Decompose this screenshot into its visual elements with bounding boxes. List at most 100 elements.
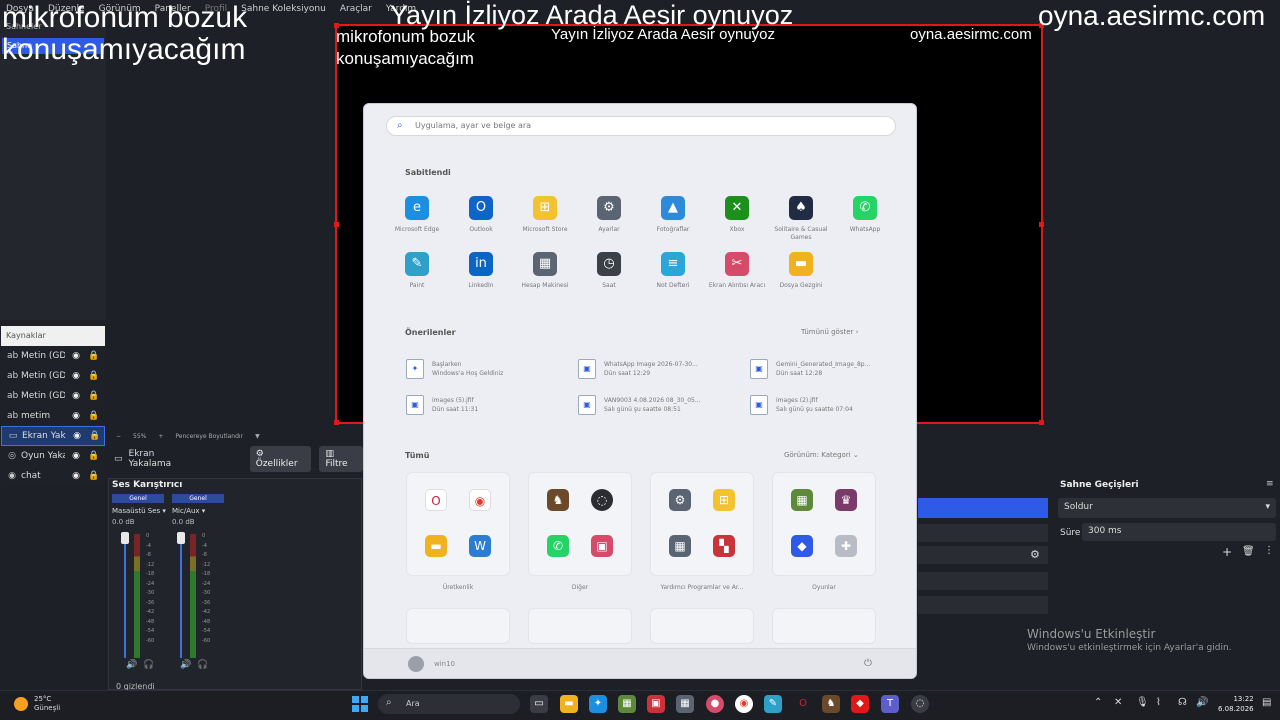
- volume-slider[interactable]: [180, 534, 182, 658]
- pinned-app[interactable]: O Outlook: [449, 196, 513, 234]
- user-avatar[interactable]: [408, 656, 424, 672]
- eye-icon[interactable]: ◉: [69, 371, 83, 381]
- menu-araclar[interactable]: Araçlar: [340, 4, 372, 14]
- source-row-selected[interactable]: ▭ Ekran Yaka ◉ 🔒: [1, 426, 105, 446]
- volume-knob[interactable]: [177, 532, 185, 544]
- folder-partial[interactable]: [650, 608, 754, 644]
- transition-select[interactable]: Soldur ▾: [1058, 498, 1276, 518]
- plus-icon[interactable]: +: [1222, 545, 1232, 559]
- pinned-app[interactable]: ✕ Xbox: [705, 196, 769, 234]
- speaker-icon[interactable]: 🔊: [180, 660, 191, 670]
- folder-utilities[interactable]: ⚙ ⊞ ▦ ▚: [650, 472, 754, 576]
- headphones-icon[interactable]: 🎧: [143, 660, 154, 670]
- lock-icon[interactable]: 🔒: [88, 431, 102, 441]
- lock-icon[interactable]: 🔒: [87, 451, 101, 461]
- filters-button[interactable]: ▥ Filtre: [319, 446, 363, 472]
- taskbar-search[interactable]: ⌕ Ara: [378, 694, 520, 714]
- calculator-icon[interactable]: ▦: [676, 695, 694, 713]
- lock-icon[interactable]: 🔒: [87, 471, 101, 481]
- menu-sahne-koleksiyonu[interactable]: Sahne Koleksiyonu: [241, 4, 326, 14]
- lock-icon[interactable]: 🔒: [87, 351, 101, 361]
- pinned-app[interactable]: ⚙ Ayarlar: [577, 196, 641, 234]
- pinned-app[interactable]: ✆ WhatsApp: [833, 196, 897, 234]
- taskbar-clock[interactable]: 13:22 6.08.2026: [1218, 694, 1254, 714]
- dock-row[interactable]: [918, 596, 1048, 614]
- pinned-app[interactable]: ◷ Saat: [577, 252, 641, 290]
- recommended-item[interactable]: ▣ images (2).jfif Salı günü şu saatte 07:0…: [750, 390, 910, 420]
- game-icon[interactable]: ♞: [822, 695, 840, 713]
- minecraft-icon[interactable]: ▦: [618, 695, 636, 713]
- folder-other[interactable]: ♞ ◌ ✆ ▣: [528, 472, 632, 576]
- app-icon[interactable]: ▣: [647, 695, 665, 713]
- eye-icon[interactable]: ◉: [69, 411, 83, 421]
- dock-row[interactable]: [918, 524, 1048, 542]
- source-row[interactable]: ab Metin (GDI ◉ 🔒: [1, 346, 105, 366]
- folder-partial[interactable]: [772, 608, 876, 644]
- wifi-icon[interactable]: ☊: [1178, 697, 1187, 708]
- view-category-dropdown[interactable]: Görünüm: Kategori ⌄: [784, 451, 859, 459]
- network-icon[interactable]: ⌇: [1156, 697, 1161, 708]
- recommended-item[interactable]: ▣ VAN9003 4.08.2026 08_30_05... Salı günü …: [578, 390, 738, 420]
- resize-handle[interactable]: [1039, 222, 1044, 227]
- recommended-item[interactable]: ▣ Gemini_Generated_Image_8p... Dün saat 12…: [750, 354, 910, 384]
- dock-active-row[interactable]: [918, 498, 1048, 518]
- pinned-app[interactable]: ≡ Not Defteri: [641, 252, 705, 290]
- volume-slider[interactable]: [124, 534, 126, 658]
- tray-icon[interactable]: ✕: [1114, 697, 1122, 708]
- windows-start-icon[interactable]: [352, 696, 368, 712]
- resize-handle[interactable]: [1039, 420, 1044, 425]
- volume-icon[interactable]: 🔊: [1196, 697, 1208, 708]
- show-all-link[interactable]: Tümünü göster ›: [801, 328, 858, 336]
- pinned-app[interactable]: ⊞ Microsoft Store: [513, 196, 577, 234]
- plus-icon[interactable]: +: [158, 433, 163, 440]
- pinned-app[interactable]: ▬ Dosya Gezgini: [769, 252, 833, 290]
- sun-icon[interactable]: [14, 697, 28, 711]
- app-icon[interactable]: ✦: [589, 695, 607, 713]
- obs-icon[interactable]: ◌: [911, 695, 929, 713]
- menu-icon[interactable]: ≡: [1266, 479, 1274, 489]
- task-view-icon[interactable]: ▭: [530, 695, 548, 713]
- gear-icon[interactable]: ⚙: [1030, 548, 1040, 561]
- app-icon[interactable]: ◆: [851, 695, 869, 713]
- folder-games[interactable]: ▦ ♛ ◆ ✚: [772, 472, 876, 576]
- pinned-app[interactable]: ▲ Fotoğraflar: [641, 196, 705, 234]
- channel-name[interactable]: Masaüstü Ses ▾: [112, 507, 166, 515]
- folder-productivity[interactable]: O ◉ ▬ W: [406, 472, 510, 576]
- recommended-item[interactable]: ▣ WhatsApp Image 2026-07-30... Dün saat 12…: [578, 354, 738, 384]
- file-explorer-icon[interactable]: ▬: [560, 695, 578, 713]
- fit-window-button[interactable]: Pencereye Boyutlandır: [175, 433, 243, 440]
- notification-icon[interactable]: ▤: [1262, 697, 1271, 708]
- eye-icon[interactable]: ◉: [69, 451, 83, 461]
- folder-partial[interactable]: [528, 608, 632, 644]
- resize-handle[interactable]: [334, 420, 339, 425]
- pinned-app[interactable]: e Microsoft Edge: [385, 196, 449, 234]
- eye-icon[interactable]: ◉: [70, 431, 84, 441]
- speaker-icon[interactable]: 🔊: [126, 660, 137, 670]
- trash-icon[interactable]: 🗑: [1242, 546, 1255, 557]
- source-row[interactable]: ◉ chat ◉ 🔒: [1, 466, 105, 486]
- chrome-icon[interactable]: ◉: [735, 695, 753, 713]
- teams-icon[interactable]: T: [881, 695, 899, 713]
- eye-icon[interactable]: ◉: [69, 351, 83, 361]
- power-icon[interactable]: ⏻: [864, 658, 872, 669]
- pinned-app[interactable]: ♠ Solitaire & Casual Games: [769, 196, 833, 242]
- pinned-app[interactable]: ▦ Hesap Makinesi: [513, 252, 577, 290]
- pinned-app[interactable]: in LinkedIn: [449, 252, 513, 290]
- pinned-app[interactable]: ✎ Paint: [385, 252, 449, 290]
- lock-icon[interactable]: 🔒: [87, 411, 101, 421]
- pinned-app[interactable]: ✂ Ekran Alıntısı Aracı: [705, 252, 769, 290]
- source-row[interactable]: ab metim ◉ 🔒: [1, 406, 105, 426]
- volume-knob[interactable]: [121, 532, 129, 544]
- app-icon[interactable]: ●: [706, 695, 724, 713]
- more-icon[interactable]: ⋮: [1264, 545, 1274, 556]
- minus-icon[interactable]: −: [116, 433, 121, 440]
- source-row[interactable]: ◎ Oyun Yaka ◉ 🔒: [1, 446, 105, 466]
- lock-icon[interactable]: 🔒: [87, 371, 101, 381]
- properties-button[interactable]: ⚙ Özellikler: [249, 446, 312, 472]
- chevron-up-icon[interactable]: ⌃: [1094, 697, 1102, 708]
- opera-icon[interactable]: O: [794, 695, 812, 713]
- resize-handle[interactable]: [334, 222, 339, 227]
- recommended-item[interactable]: ▣ images (5).jfif Dün saat 11:31: [406, 390, 566, 420]
- source-row[interactable]: ab Metin (GDI ◉ 🔒: [1, 366, 105, 386]
- channel-name[interactable]: Mic/Aux ▾: [172, 507, 224, 515]
